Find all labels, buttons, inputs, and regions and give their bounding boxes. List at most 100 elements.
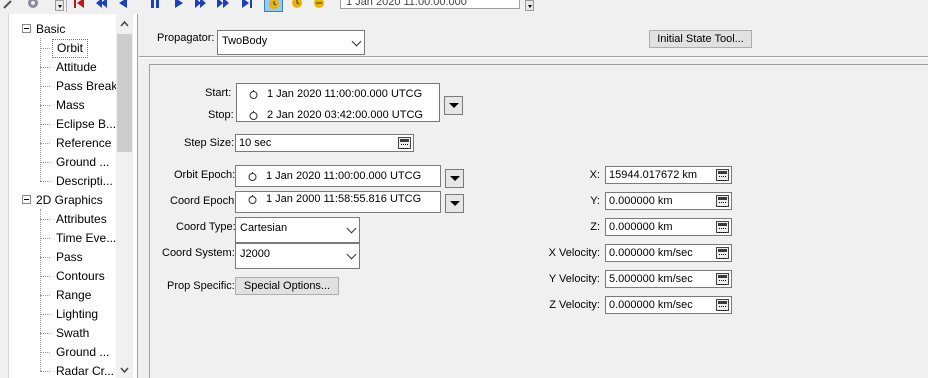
calculator-icon[interactable] — [716, 169, 729, 181]
z-velocity-field[interactable]: 0.000000 km/sec — [605, 296, 732, 314]
orbit-epoch-label: Orbit Epoch: — [174, 169, 236, 181]
tree-item-radar-cr[interactable]: Radar Cr... — [52, 362, 118, 378]
collapse-icon[interactable] — [22, 24, 31, 33]
tree-branch-line — [40, 295, 50, 296]
tree-item-eclipse-b[interactable]: Eclipse B... — [52, 115, 120, 134]
x-label: X: — [589, 169, 600, 181]
stopwatch-icon — [249, 90, 258, 99]
chevron-down-icon — [346, 223, 357, 234]
step-size-label: Step Size: — [184, 137, 235, 149]
fast-forward-icon[interactable] — [216, 0, 230, 10]
initial-state-tool-button[interactable]: Initial State Tool... — [649, 30, 752, 48]
play-icon[interactable] — [172, 0, 186, 10]
tree-branch-line — [40, 67, 50, 68]
tree-scrollbar[interactable] — [116, 14, 133, 378]
step-size-field[interactable]: 10 sec — [235, 134, 414, 152]
z-velocity-value: 0.000000 km/sec — [609, 299, 693, 311]
propagator-label: Propagator: — [157, 32, 215, 44]
tree-branch-line — [40, 219, 50, 220]
tree-item-ground[interactable]: Ground ... — [52, 343, 113, 362]
scroll-down-icon[interactable] — [120, 365, 129, 374]
stop-time-value: 2 Jan 2020 03:42:00.000 UTCG — [267, 109, 423, 121]
tree-item-pass[interactable]: Pass — [52, 248, 87, 267]
orbit-epoch-value: 1 Jan 2020 11:00:00.000 UTCG — [266, 170, 422, 182]
animation-clock-icon[interactable] — [290, 0, 304, 10]
tree-item-lighting[interactable]: Lighting — [52, 305, 102, 324]
scroll-up-icon[interactable] — [120, 20, 129, 29]
coord-epoch-dropdown-button[interactable] — [445, 194, 464, 213]
tree-branch-line — [40, 143, 50, 144]
orbit-epoch-dropdown-button[interactable] — [445, 169, 464, 188]
realtime-toggle[interactable] — [264, 0, 283, 12]
tree-item-swath[interactable]: Swath — [52, 324, 93, 343]
coord-type-select[interactable]: Cartesian — [235, 217, 360, 243]
chevron-down-icon — [351, 36, 362, 46]
tree-item-attributes[interactable]: Attributes — [52, 210, 111, 229]
tree-category-label: Basic — [36, 22, 66, 36]
interval-box[interactable]: 1 Jan 2020 11:00:00.000 UTCG 2 Jan 2020 … — [236, 83, 440, 122]
x-velocity-field[interactable]: 0.000000 km/sec — [605, 244, 732, 262]
realtime-clock-icon — [269, 0, 279, 9]
end-icon[interactable] — [240, 0, 254, 10]
propagator-select[interactable]: TwoBody — [217, 30, 365, 55]
coord-type-value: Cartesian — [240, 222, 288, 234]
tree-scrollbar-thumb[interactable] — [117, 34, 132, 152]
tree-branch-line — [40, 162, 50, 163]
pause-icon[interactable] — [148, 0, 162, 10]
gear-dropdown[interactable] — [55, 0, 64, 11]
interval-dropdown-button[interactable] — [444, 96, 463, 115]
tree-branch-line — [40, 333, 50, 334]
tree-branch-line — [40, 257, 50, 258]
stopwatch-icon — [248, 172, 257, 181]
tree-item-contours[interactable]: Contours — [52, 267, 109, 286]
coord-epoch-field[interactable]: 1 Jan 2000 11:58:55.816 UTCG — [235, 191, 441, 213]
gear-icon[interactable] — [26, 0, 40, 10]
time-dropdown[interactable] — [525, 0, 534, 11]
x-field[interactable]: 15944.017672 km — [605, 166, 732, 184]
tree-branch-line — [40, 48, 50, 49]
coord-type-label: Coord Type: — [176, 221, 236, 233]
calculator-icon[interactable] — [716, 247, 729, 259]
collapse-icon[interactable] — [22, 195, 31, 204]
step-back-icon[interactable] — [94, 0, 108, 10]
orbit-epoch-field[interactable]: 1 Jan 2020 11:00:00.000 UTCG — [235, 165, 441, 187]
tree-branch-line — [40, 276, 50, 277]
wrench-icon[interactable] — [2, 0, 16, 10]
time-settings-icon[interactable] — [312, 0, 326, 10]
start-label: Start: — [205, 87, 232, 99]
calculator-icon[interactable] — [716, 221, 729, 233]
y-velocity-field[interactable]: 5.000000 km/sec — [605, 270, 732, 288]
step-size-value: 10 sec — [239, 137, 272, 149]
y-label: Y: — [590, 195, 600, 207]
z-label: Z: — [590, 221, 600, 233]
tree-branch-line — [40, 371, 50, 372]
tree-item-reference[interactable]: Reference — [52, 134, 115, 153]
stopwatch-icon — [249, 111, 258, 120]
tree-item-range[interactable]: Range — [52, 286, 95, 305]
tree-branch-line — [40, 314, 50, 315]
tree-item-time-eve[interactable]: Time Eve... — [52, 229, 120, 248]
play-reverse-icon[interactable] — [116, 0, 130, 10]
tree-branch-line — [40, 181, 50, 182]
z-field[interactable]: 0.000000 km — [605, 218, 732, 236]
tree-item-pass-break[interactable]: Pass Break — [52, 77, 121, 96]
tree-item-ground[interactable]: Ground ... — [52, 153, 113, 172]
tree-item-mass[interactable]: Mass — [52, 96, 89, 115]
tree-item-orbit[interactable]: Orbit — [52, 39, 89, 58]
special-options-button[interactable]: Special Options... — [235, 277, 339, 295]
calculator-icon[interactable] — [398, 137, 411, 149]
calculator-icon[interactable] — [716, 299, 729, 311]
coord-system-select[interactable]: J2000 — [235, 243, 360, 269]
calculator-icon[interactable] — [716, 273, 729, 285]
current-time-field[interactable]: 1 Jan 2020 11:00:00.000 — [340, 0, 520, 9]
coord-system-label: Coord System: — [162, 247, 235, 259]
y-field[interactable]: 0.000000 km — [605, 192, 732, 210]
tree-item-descripti[interactable]: Descripti... — [52, 172, 117, 191]
calculator-icon[interactable] — [716, 195, 729, 207]
step-forward-icon[interactable] — [194, 0, 208, 10]
coord-epoch-value: 1 Jan 2000 11:58:55.816 UTCG — [266, 193, 422, 205]
tree-category-label: 2D Graphics — [36, 193, 103, 207]
reset-icon[interactable] — [72, 0, 86, 10]
section-divider — [139, 56, 928, 58]
tree-item-attitude[interactable]: Attitude — [52, 58, 101, 77]
